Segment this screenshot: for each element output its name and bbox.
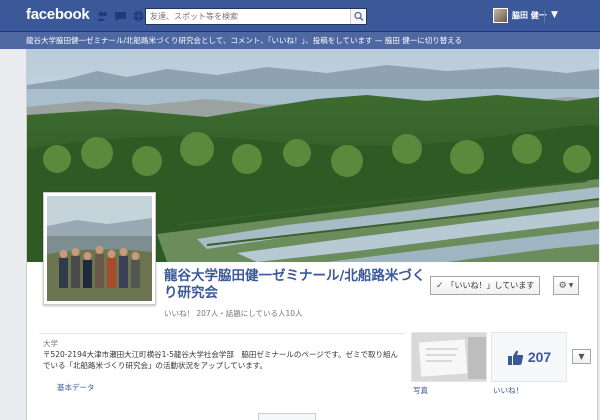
account-menu-icon[interactable]: ▼ (551, 10, 558, 20)
page-timeline: 龍谷大学脇田健一ゼミナール/北船路米づくり研究会 いいね！ 207人・話題にして… (26, 49, 599, 420)
page-bottom-tab (258, 413, 316, 420)
acting-as-notice-bar: 龍谷大学脇田健一ゼミナール/北船路米づくり研究会として、コメント、「いいね！」、… (0, 32, 600, 49)
search-icon (354, 11, 364, 22)
top-navigation-bar: facebook 脇田 健一 ▼ (0, 0, 600, 32)
liked-button[interactable]: ✓ 「いいね！」しています (430, 276, 541, 295)
profile-picture-image (47, 196, 152, 301)
gear-icon: ⚙ (558, 280, 567, 291)
page-settings-button[interactable]: ⚙ ▼ (553, 276, 579, 295)
facebook-logo[interactable]: facebook (26, 6, 90, 23)
user-avatar (493, 8, 508, 23)
page-category: 大学 (43, 339, 58, 348)
page-stats[interactable]: いいね！ 207人・話題にしている人10人 (164, 308, 303, 319)
user-name: 脇田 健一 (512, 11, 547, 20)
photos-label[interactable]: 写真 (413, 385, 428, 396)
page-title[interactable]: 龍谷大学脇田健一ゼミナール/北船路米づくり研究会 (164, 268, 426, 302)
profile-picture[interactable] (43, 192, 156, 305)
likes-tile[interactable]: 207 (491, 332, 567, 382)
user-profile-link[interactable]: 脇田 健一 (493, 8, 547, 23)
thumbs-up-icon (507, 350, 523, 365)
liked-button-label: 「いいね！」しています (446, 281, 535, 290)
search-box (145, 8, 367, 25)
photos-tile[interactable] (411, 332, 487, 382)
check-icon: ✓ (436, 280, 444, 291)
chevron-down-icon: ▼ (568, 282, 574, 289)
page-description: 〒520-2194大津市瀬田大江町横谷1-5龍谷大学社会学部 脇田ゼミナールのペ… (43, 350, 398, 370)
basic-data-link[interactable]: 基本データ (57, 382, 95, 393)
notification-jewels (96, 10, 145, 22)
search-button[interactable] (350, 9, 366, 24)
chevron-down-icon: ▼ (578, 352, 585, 361)
notifications-globe-icon[interactable] (132, 10, 145, 22)
more-tiles-button[interactable]: ▼ (572, 349, 591, 364)
acting-as-notice-text[interactable]: 龍谷大学脇田健一ゼミナール/北船路米づくり研究会として、コメント、「いいね！」、… (26, 35, 462, 46)
search-input[interactable] (146, 9, 346, 24)
photos-thumbnail (412, 333, 486, 381)
messages-icon[interactable] (114, 10, 127, 22)
likes-count: 207 (527, 349, 552, 365)
likes-label[interactable]: いいね！ (493, 385, 523, 396)
divider (544, 10, 545, 23)
friend-requests-icon[interactable] (96, 10, 109, 22)
